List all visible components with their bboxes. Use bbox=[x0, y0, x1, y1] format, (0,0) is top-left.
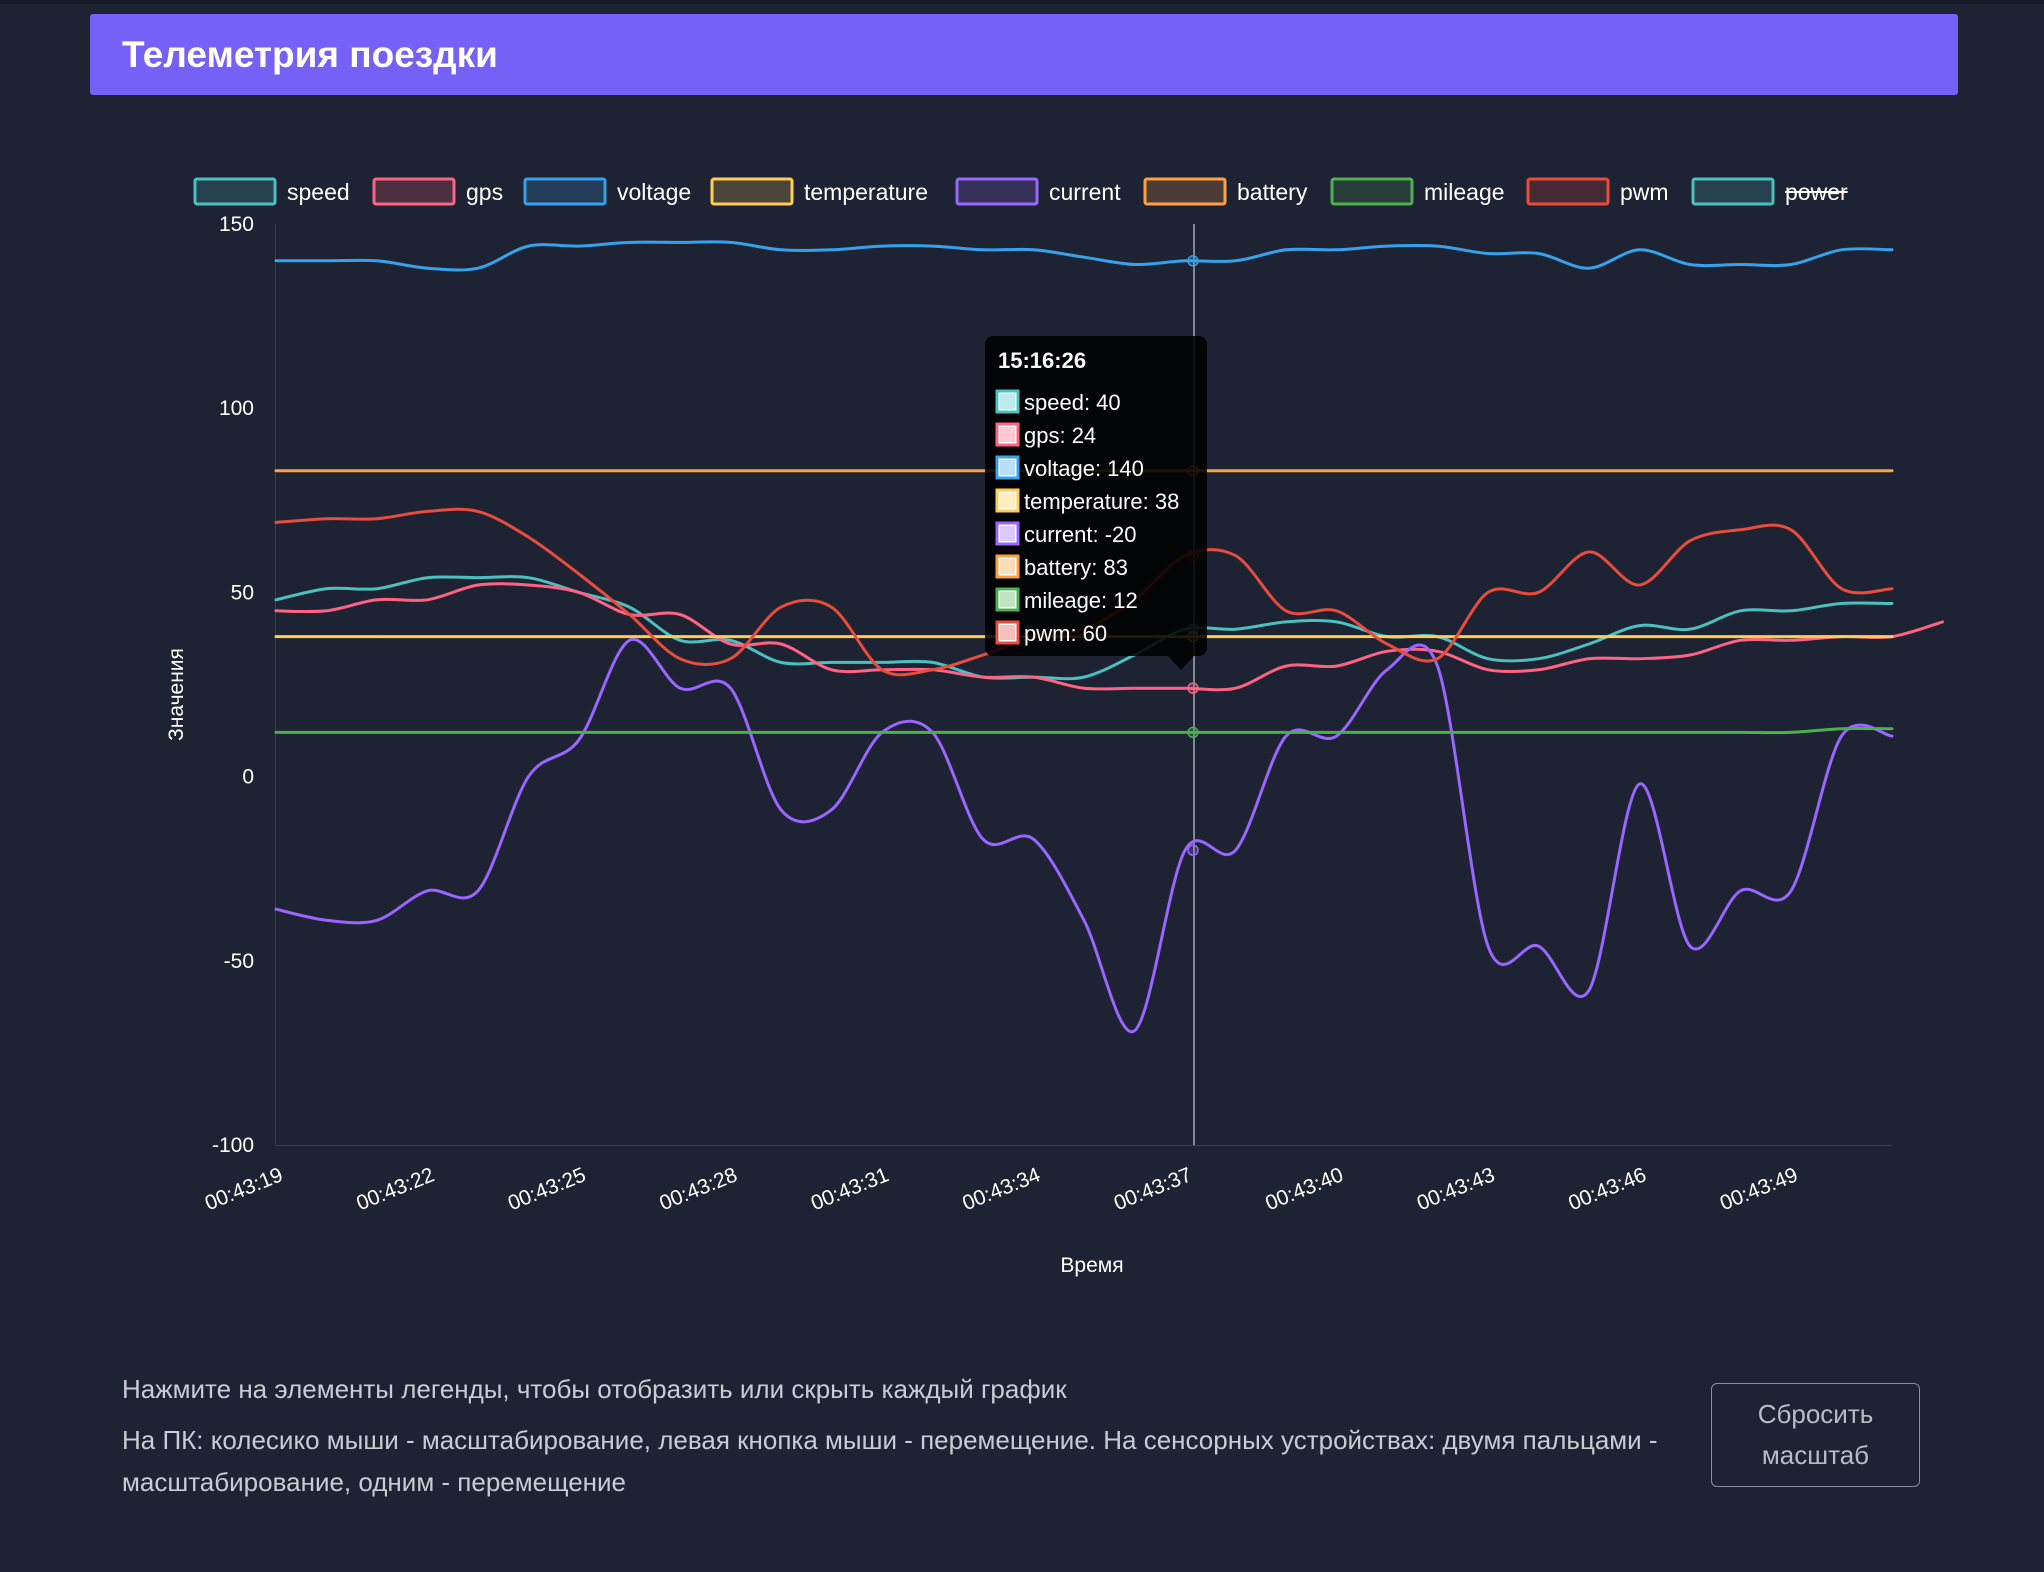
series-line-mileage[interactable] bbox=[274, 726, 1894, 735]
legend-label[interactable]: voltage bbox=[617, 179, 691, 205]
legend-swatch[interactable] bbox=[1691, 177, 1775, 206]
controls-hint: На ПК: колесико мыши - масштабирование, … bbox=[122, 1425, 1658, 1497]
tooltip-item: pwm: 60 bbox=[1024, 621, 1107, 646]
legend-item-gps[interactable]: gps bbox=[372, 177, 503, 206]
y-tick-label: 100 bbox=[219, 397, 254, 420]
tooltip-swatch-fill bbox=[1000, 559, 1015, 574]
legend-item-pwm[interactable]: pwm bbox=[1526, 177, 1669, 206]
y-tick-label: 50 bbox=[231, 581, 254, 604]
legend-item-battery[interactable]: battery bbox=[1143, 177, 1308, 206]
y-tick-label: 0 bbox=[242, 766, 254, 789]
x-tick-label: 00:43:40 bbox=[1262, 1163, 1346, 1215]
tooltip-title: 15:16:26 bbox=[998, 348, 1086, 373]
x-tick-label: 00:43:37 bbox=[1111, 1163, 1195, 1215]
tooltip-item: speed: 40 bbox=[1024, 390, 1121, 415]
x-tick-label: 00:43:28 bbox=[656, 1163, 740, 1215]
legend-label[interactable]: temperature bbox=[804, 179, 928, 205]
telemetry-chart[interactable]: speed gps voltage temperature current battery… bbox=[0, 0, 2044, 1572]
legend-label[interactable]: pwm bbox=[1620, 179, 1669, 205]
legend-swatch[interactable] bbox=[955, 177, 1039, 206]
legend-label[interactable]: gps bbox=[466, 179, 503, 205]
tooltip-item: temperature: 38 bbox=[1024, 489, 1179, 514]
x-tick: 00:43:25 bbox=[505, 1163, 589, 1215]
hover-point-current bbox=[1187, 844, 1199, 857]
legend-label[interactable]: speed bbox=[287, 179, 350, 205]
hover-point-voltage bbox=[1187, 255, 1199, 267]
series-line-voltage[interactable] bbox=[274, 240, 1894, 272]
legend-label[interactable]: mileage bbox=[1424, 179, 1505, 205]
y-tick-label: -50 bbox=[224, 950, 254, 973]
x-tick-label: 00:43:22 bbox=[353, 1163, 437, 1215]
x-axis-title: Время bbox=[1060, 1254, 1123, 1277]
hover-point-mileage bbox=[1187, 726, 1199, 739]
legend-item-mileage[interactable]: mileage bbox=[1330, 177, 1505, 206]
x-tick: 00:43:34 bbox=[959, 1163, 1044, 1215]
legend-item-voltage[interactable]: voltage bbox=[523, 177, 691, 206]
legend-swatch[interactable] bbox=[523, 177, 607, 206]
tooltip-item: current: -20 bbox=[1024, 522, 1137, 547]
x-tick: 00:43:19 bbox=[202, 1163, 286, 1215]
legend-label[interactable]: battery bbox=[1237, 179, 1308, 205]
legend-item-power[interactable]: power bbox=[1691, 177, 1848, 206]
legend-swatch[interactable] bbox=[193, 177, 277, 206]
y-tick-label: 150 bbox=[219, 213, 254, 236]
tooltip-item: gps: 24 bbox=[1024, 423, 1096, 448]
series-line-current[interactable] bbox=[274, 637, 1894, 1034]
x-tick: 00:43:22 bbox=[353, 1163, 437, 1215]
tooltip-item: battery: 83 bbox=[1024, 555, 1128, 580]
x-tick-label: 00:43:31 bbox=[808, 1163, 892, 1215]
tooltip-swatch-fill bbox=[1000, 493, 1015, 508]
tooltip-swatch-fill bbox=[1000, 460, 1015, 475]
x-tick-label: 00:43:34 bbox=[959, 1163, 1044, 1215]
x-tick: 00:43:46 bbox=[1565, 1163, 1649, 1215]
tooltip-swatch-fill bbox=[1000, 427, 1015, 442]
legend-swatch[interactable] bbox=[1143, 177, 1227, 206]
x-tick: 00:43:43 bbox=[1414, 1163, 1498, 1215]
x-tick-label: 00:43:43 bbox=[1414, 1163, 1498, 1215]
reset-zoom-button[interactable]: Сбросить масштаб bbox=[1711, 1383, 1920, 1487]
x-tick: 00:43:28 bbox=[656, 1163, 740, 1215]
legend-swatch[interactable] bbox=[372, 177, 456, 206]
hover-point-gps bbox=[1187, 682, 1199, 694]
legend-swatch[interactable] bbox=[1330, 177, 1414, 206]
x-tick: 00:43:37 bbox=[1111, 1163, 1195, 1215]
legend-item-current[interactable]: current bbox=[955, 177, 1121, 206]
x-tick-label: 00:43:49 bbox=[1717, 1163, 1801, 1215]
legend-item-speed[interactable]: speed bbox=[193, 177, 350, 206]
x-tick-label: 00:43:25 bbox=[505, 1163, 589, 1215]
tooltip-swatch-fill bbox=[1000, 625, 1015, 640]
tooltip-swatch-fill bbox=[1000, 394, 1015, 409]
x-tick: 00:43:31 bbox=[808, 1163, 892, 1215]
legend-label[interactable]: current bbox=[1049, 179, 1121, 205]
x-tick: 00:43:49 bbox=[1717, 1163, 1801, 1215]
tooltip-item: voltage: 140 bbox=[1024, 456, 1144, 481]
x-tick-label: 00:43:46 bbox=[1565, 1163, 1649, 1215]
tooltip-swatch-fill bbox=[1000, 592, 1015, 607]
tooltip-item: mileage: 12 bbox=[1024, 588, 1138, 613]
y-axis-title: Значения bbox=[165, 648, 188, 741]
chart-legend[interactable]: speed gps voltage temperature current battery… bbox=[193, 177, 1848, 206]
legend-swatch[interactable] bbox=[710, 177, 794, 206]
x-tick-label: 00:43:19 bbox=[202, 1163, 286, 1215]
tooltip-caret bbox=[1168, 656, 1194, 670]
y-tick-label: -100 bbox=[212, 1134, 254, 1157]
legend-swatch[interactable] bbox=[1526, 177, 1610, 206]
chart-tooltip: 15:16:26 speed: 40 gps: 24 voltage: 140 temp… bbox=[985, 336, 1207, 670]
legend-item-temperature[interactable]: temperature bbox=[710, 177, 928, 206]
tooltip-swatch-fill bbox=[1000, 526, 1015, 541]
legend-hint: Нажмите на элементы легенды, чтобы отобр… bbox=[122, 1374, 1067, 1404]
x-tick: 00:43:40 bbox=[1262, 1163, 1346, 1215]
